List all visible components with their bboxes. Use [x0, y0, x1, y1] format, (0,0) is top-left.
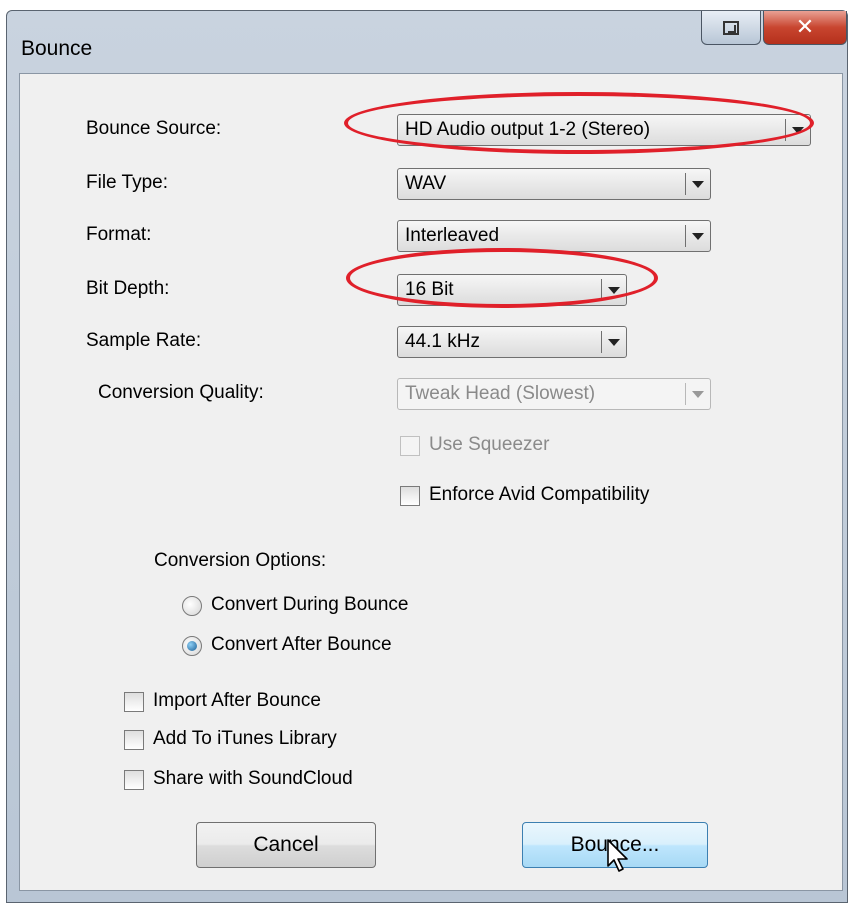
share-soundcloud-label: Share with SoundCloud: [153, 768, 353, 789]
sample-rate-value: 44.1 kHz: [405, 331, 480, 352]
conversion-quality-dropdown[interactable]: Tweak Head (Slowest): [397, 378, 711, 410]
mouse-cursor-icon: [607, 839, 628, 872]
chevron-down-icon: [686, 233, 710, 240]
bounce-source-value: HD Audio output 1-2 (Stereo): [405, 119, 651, 140]
title-bar[interactable]: Bounce ✕: [7, 11, 847, 73]
format-dropdown[interactable]: Interleaved: [397, 220, 711, 252]
conversion-quality-value: Tweak Head (Slowest): [405, 383, 596, 404]
chevron-down-icon: [602, 339, 626, 346]
enforce-avid-label: Enforce Avid Compatibility: [429, 484, 650, 505]
conversion-quality-label: Conversion Quality:: [98, 382, 264, 403]
file-type-label: File Type:: [86, 172, 169, 193]
bounce-dialog-window: Bounce ✕ Bounce Source: HD Audio output …: [6, 10, 848, 903]
import-after-checkbox[interactable]: [124, 692, 144, 712]
use-squeezer-checkbox[interactable]: [400, 436, 420, 456]
add-itunes-label: Add To iTunes Library: [153, 728, 337, 749]
chevron-down-icon: [686, 391, 710, 398]
window-title: Bounce: [21, 37, 93, 60]
bit-depth-label: Bit Depth:: [86, 278, 170, 299]
format-value: Interleaved: [405, 225, 500, 246]
close-button[interactable]: ✕: [763, 11, 847, 45]
chevron-down-icon: [602, 287, 626, 294]
bit-depth-dropdown[interactable]: 16 Bit: [397, 274, 627, 306]
convert-during-label: Convert During Bounce: [211, 594, 409, 615]
sample-rate-dropdown[interactable]: 44.1 kHz: [397, 326, 627, 358]
file-type-dropdown[interactable]: WAV: [397, 168, 711, 200]
format-label: Format:: [86, 224, 152, 245]
file-type-value: WAV: [405, 173, 447, 194]
sample-rate-label: Sample Rate:: [86, 330, 202, 351]
convert-after-label: Convert After Bounce: [211, 634, 392, 655]
conversion-options-heading: Conversion Options:: [154, 550, 327, 571]
chevron-down-icon: [686, 181, 710, 188]
convert-after-radio[interactable]: [182, 636, 202, 656]
import-after-label: Import After Bounce: [153, 690, 321, 711]
convert-during-radio[interactable]: [182, 596, 202, 616]
restore-button[interactable]: [701, 11, 761, 45]
bit-depth-value: 16 Bit: [405, 279, 454, 300]
bounce-source-dropdown[interactable]: HD Audio output 1-2 (Stereo): [397, 114, 811, 146]
close-icon: ✕: [795, 15, 815, 40]
chevron-down-icon: [786, 127, 810, 134]
add-itunes-checkbox[interactable]: [124, 730, 144, 750]
cancel-button[interactable]: Cancel: [196, 822, 376, 868]
dialog-body: Bounce Source: HD Audio output 1-2 (Ster…: [19, 73, 843, 891]
use-squeezer-label: Use Squeezer: [429, 434, 550, 455]
bounce-source-label: Bounce Source:: [86, 118, 222, 139]
enforce-avid-checkbox[interactable]: [400, 486, 420, 506]
share-soundcloud-checkbox[interactable]: [124, 770, 144, 790]
restore-icon: [723, 20, 739, 35]
